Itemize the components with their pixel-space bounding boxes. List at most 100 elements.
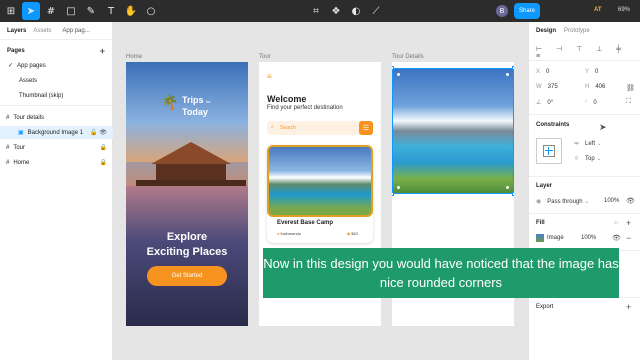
frame-label-home[interactable]: Home xyxy=(126,54,142,60)
card-price: ◆ $40 xyxy=(347,231,358,236)
remove-fill-icon[interactable]: − xyxy=(626,233,631,243)
constraint-widget[interactable] xyxy=(536,138,562,164)
price-tag-icon: ◆ xyxy=(347,231,351,236)
styles-icon[interactable]: ⁘ xyxy=(613,219,619,227)
avatar[interactable]: B xyxy=(496,5,508,17)
get-started-button[interactable]: Get Started xyxy=(147,266,227,286)
constrain-proportions-icon[interactable]: ⛓ xyxy=(626,84,635,92)
add-fill-icon[interactable]: + xyxy=(626,218,631,228)
chevron-down-icon: ⌄ xyxy=(595,141,602,147)
y-field[interactable]: Y0 xyxy=(585,69,598,75)
layer-tour-details[interactable]: # Tour details xyxy=(0,111,113,124)
selection-box xyxy=(392,68,514,194)
radius-handle-bl[interactable] xyxy=(397,186,400,189)
card-title: Everest Base Camp xyxy=(277,220,334,226)
rotation-icon: ∠ xyxy=(536,100,542,106)
tour-card[interactable]: Everest Base Camp ● Kathmandu ◆ $40 xyxy=(267,145,373,243)
chevron-down-icon: ⌄ xyxy=(594,156,602,162)
search-field[interactable]: ⌕ Search ☰ xyxy=(267,121,373,135)
h-value: 406 xyxy=(595,84,606,90)
eye-icon[interactable]: 👁 xyxy=(612,234,621,242)
blend-mode-select[interactable]: ◉ Pass through ⌄ xyxy=(536,198,589,205)
crop-icon[interactable]: ⌗ xyxy=(307,2,325,20)
resize-handle-br[interactable] xyxy=(512,192,514,196)
eye-icon[interactable]: 👁 xyxy=(626,197,635,205)
layer-opacity-field[interactable]: 100% xyxy=(604,198,619,204)
frame-label-tour-details[interactable]: Tour Details xyxy=(392,54,424,60)
search-input[interactable]: Search xyxy=(280,125,296,131)
rotation-field[interactable]: ∠ 0° xyxy=(536,99,553,106)
independent-corners-icon[interactable]: ⛶ xyxy=(626,98,631,106)
page-item-label: Thumbnail (skip) xyxy=(19,92,64,99)
logo-today: Today xyxy=(182,107,208,117)
pen-tool-icon[interactable]: ✎ xyxy=(82,2,100,20)
v-constraint-icon: ⇳ xyxy=(574,156,580,162)
page-item-thumbnail[interactable]: Thumbnail (skip) xyxy=(0,89,113,102)
add-export-icon[interactable]: + xyxy=(626,302,631,312)
y-label-icon: Y xyxy=(585,69,590,75)
layer-heading: Layer xyxy=(536,183,553,189)
tab-design[interactable]: Design xyxy=(536,28,556,34)
layer-label: Tour xyxy=(13,144,26,151)
layer-tour[interactable]: # Tour 🔒 xyxy=(0,141,113,154)
layer-home[interactable]: # Home 🔒 xyxy=(0,156,113,169)
divider xyxy=(529,176,640,177)
align-icons[interactable]: ⊢ ⊣ ⊤ ⊥ ╪ ≡ xyxy=(536,45,640,60)
shape-tool-icon[interactable]: □ xyxy=(62,2,80,20)
lock-icon[interactable]: 🔒 xyxy=(100,159,107,166)
constraint-h-select[interactable]: ⇹ Left ⌄ xyxy=(574,140,602,147)
radius-handle-br[interactable] xyxy=(506,186,509,189)
comment-tool-icon[interactable]: ○ xyxy=(142,2,160,20)
filter-icon[interactable]: ☰ xyxy=(359,121,373,135)
image-swatch-icon[interactable] xyxy=(536,234,544,242)
lock-icon[interactable]: 🔒 xyxy=(100,144,107,151)
move-tool-icon[interactable]: ➤ xyxy=(22,2,40,20)
main-menu-icon[interactable]: ⊞ xyxy=(2,2,20,20)
page-picker[interactable]: App pag... xyxy=(62,28,89,34)
search-icon: ⌕ xyxy=(271,124,274,130)
fill-type[interactable]: Image xyxy=(547,235,564,241)
frame-tool-icon[interactable]: # xyxy=(42,2,60,20)
ai-badge[interactable]: AT xyxy=(594,7,602,13)
page-item-assets[interactable]: Assets xyxy=(0,74,113,87)
w-field[interactable]: W 375 xyxy=(536,84,558,90)
contrast-icon[interactable]: ◐ xyxy=(347,2,365,20)
zoom-level[interactable]: 69% xyxy=(618,7,630,13)
add-page-icon[interactable]: + xyxy=(100,46,105,56)
canvas[interactable]: Home Tour Tour Details 🌴 Trips for Today… xyxy=(113,22,528,360)
chevron-down-icon: ⌄ xyxy=(582,199,590,205)
resize-handle-tl[interactable] xyxy=(392,66,394,70)
hand-tool-icon[interactable]: ✋ xyxy=(122,2,140,20)
page-item-app-pages[interactable]: ✓ App pages xyxy=(0,59,113,72)
fill-opacity[interactable]: 100% xyxy=(581,235,596,241)
logo-text: Trips for Today xyxy=(182,95,211,117)
radius-value: 0 xyxy=(593,100,597,106)
tab-assets[interactable]: Assets xyxy=(33,28,51,34)
home-frame[interactable]: 🌴 Trips for Today Explore Exciting Place… xyxy=(126,62,248,326)
mask-icon[interactable]: ⟋ xyxy=(367,2,385,20)
tab-layers[interactable]: Layers xyxy=(7,28,26,34)
radius-handle-tl[interactable] xyxy=(397,73,400,76)
h-field[interactable]: H 406 xyxy=(585,84,605,90)
layer-background-image-1[interactable]: ▣ Background Image 1 🔓 👁 xyxy=(0,126,113,139)
component-icon[interactable]: ❖ xyxy=(327,2,345,20)
card-location: ● Kathmandu xyxy=(277,231,301,236)
constraint-box xyxy=(543,145,555,157)
constraints-heading: Constraints xyxy=(536,122,570,128)
y-value: 0 xyxy=(595,69,599,75)
resize-handle-bl[interactable] xyxy=(392,192,394,196)
share-button[interactable]: Share xyxy=(514,3,540,19)
card-image[interactable] xyxy=(267,145,373,217)
radius-field[interactable]: ◜ 0 xyxy=(585,99,597,106)
frame-label-tour[interactable]: Tour xyxy=(259,54,271,60)
constraint-v-select[interactable]: ⇳ Top ⌄ xyxy=(574,155,601,162)
x-field[interactable]: X0 xyxy=(536,69,549,75)
lock-visibility-icons[interactable]: 🔓 👁 xyxy=(90,129,107,136)
radius-handle-tr[interactable] xyxy=(506,73,509,76)
tab-prototype[interactable]: Prototype xyxy=(564,28,590,34)
text-tool-icon[interactable]: T xyxy=(102,2,120,20)
check-icon: ✓ xyxy=(8,63,14,69)
menu-icon[interactable]: ≡ xyxy=(267,72,272,81)
constraint-h-line xyxy=(545,150,553,151)
resize-handle-tr[interactable] xyxy=(512,66,514,70)
